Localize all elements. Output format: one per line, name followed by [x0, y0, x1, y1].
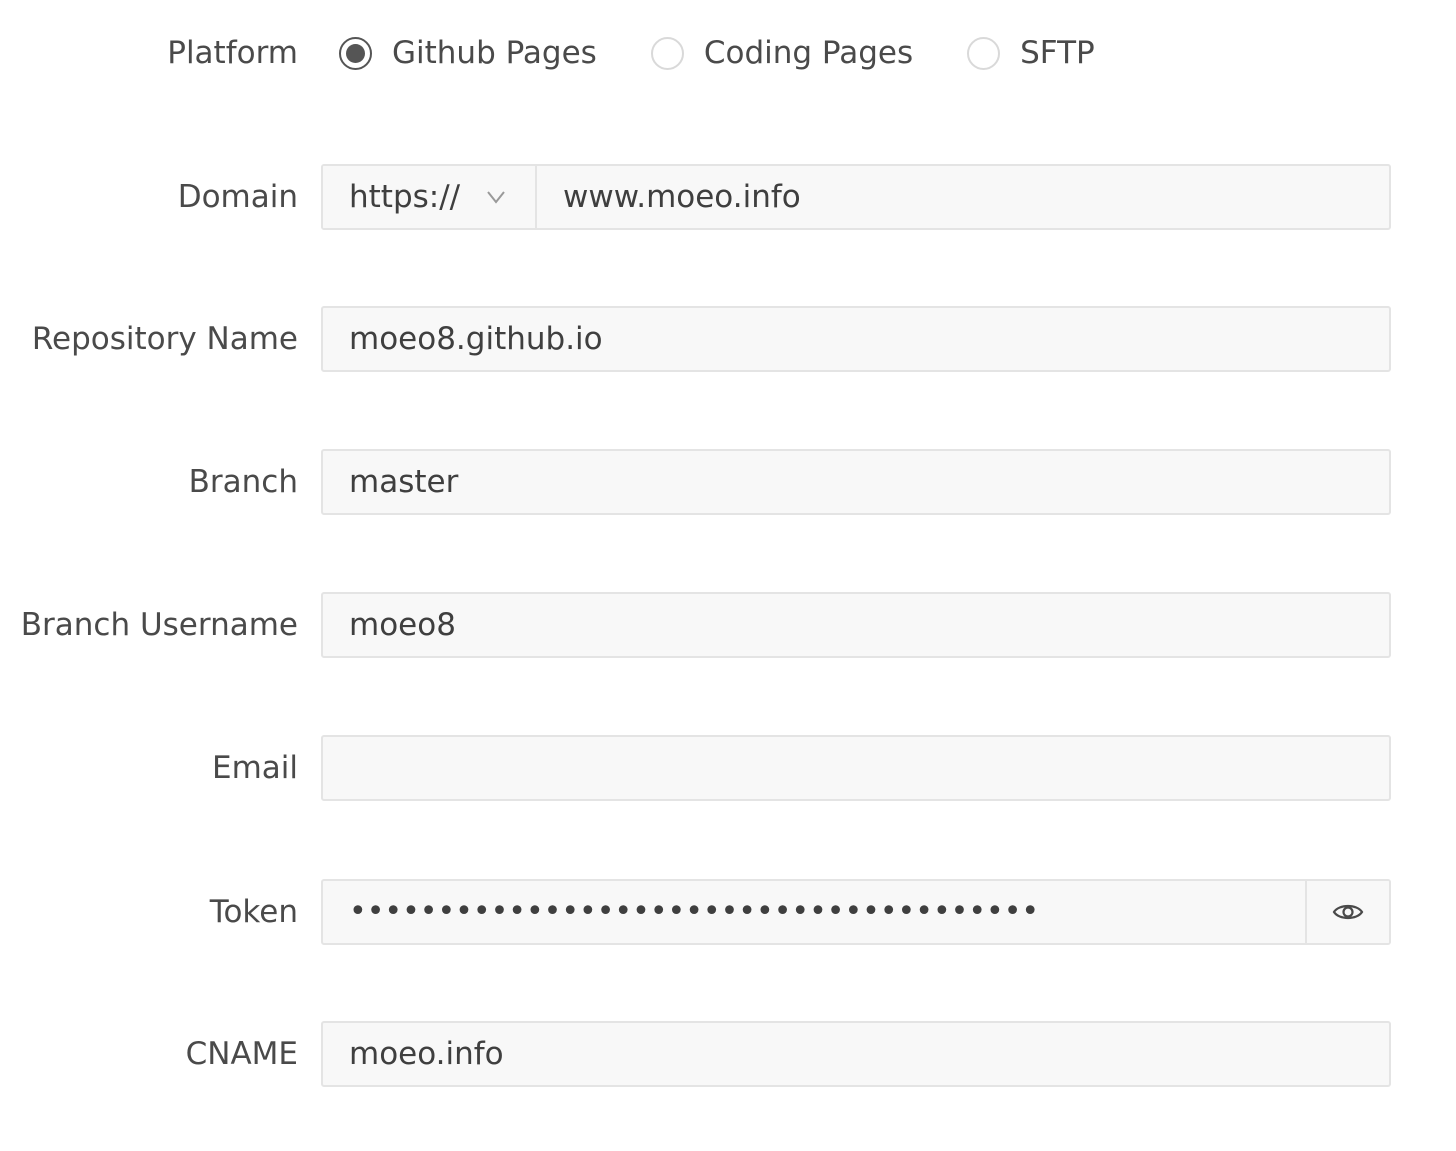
branch-username-row: Branch Username moeo8 — [0, 592, 1456, 658]
repository-row: Repository Name moeo8.github.io — [0, 306, 1456, 372]
domain-input[interactable]: www.moeo.info — [563, 166, 801, 228]
toggle-visibility-button[interactable] — [1305, 881, 1389, 943]
radio-label-coding-pages[interactable]: Coding Pages — [704, 35, 913, 71]
email-row: Email — [0, 735, 1456, 801]
platform-radio-group: Github Pages Coding Pages SFTP — [339, 20, 1149, 86]
radio-github-pages[interactable]: Github Pages — [339, 35, 597, 71]
radio-unchecked-icon[interactable] — [650, 36, 684, 70]
repository-input[interactable]: moeo8.github.io — [321, 306, 1391, 372]
domain-label: Domain — [177, 179, 298, 215]
token-label: Token — [209, 894, 298, 930]
token-field: ••••••••••••••••••••••••••••••••••••••• — [321, 879, 1391, 945]
eye-icon[interactable] — [1332, 901, 1364, 923]
radio-label-github-pages[interactable]: Github Pages — [392, 35, 597, 71]
branch-username-input[interactable]: moeo8 — [321, 592, 1391, 658]
branch-label: Branch — [188, 464, 298, 500]
token-row: Token ••••••••••••••••••••••••••••••••••… — [0, 879, 1456, 945]
radio-sftp[interactable]: SFTP — [967, 35, 1095, 71]
cname-input[interactable]: moeo.info — [321, 1021, 1391, 1087]
domain-field: https:// www.moeo.info — [321, 164, 1391, 230]
radio-label-sftp[interactable]: SFTP — [1020, 35, 1095, 71]
domain-row: Domain https:// www.moeo.info — [0, 164, 1456, 230]
platform-label: Platform — [167, 35, 298, 71]
repository-value[interactable]: moeo8.github.io — [349, 308, 603, 370]
repository-label: Repository Name — [31, 321, 298, 357]
platform-row: Platform Github Pages Coding Pages SFTP — [0, 20, 1456, 86]
protocol-value[interactable]: https:// — [349, 166, 460, 228]
email-label: Email — [211, 750, 298, 786]
radio-checked-icon[interactable] — [339, 36, 372, 70]
cname-value[interactable]: moeo.info — [349, 1023, 504, 1085]
branch-value[interactable]: master — [349, 451, 458, 513]
protocol-select[interactable]: https:// — [323, 166, 537, 228]
radio-coding-pages[interactable]: Coding Pages — [650, 35, 913, 71]
chevron-down-icon[interactable] — [487, 190, 505, 204]
branch-input[interactable]: master — [321, 449, 1391, 515]
token-input[interactable]: ••••••••••••••••••••••••••••••••••••••• — [349, 881, 1039, 943]
email-input[interactable] — [321, 735, 1391, 801]
branch-username-value[interactable]: moeo8 — [349, 594, 456, 656]
branch-row: Branch master — [0, 449, 1456, 515]
radio-unchecked-icon[interactable] — [967, 36, 1001, 70]
cname-row: CNAME moeo.info — [0, 1021, 1456, 1087]
settings-form: Platform Github Pages Coding Pages SFTP … — [0, 0, 1456, 1151]
cname-label: CNAME — [185, 1036, 298, 1072]
branch-username-label: Branch Username — [20, 607, 298, 643]
